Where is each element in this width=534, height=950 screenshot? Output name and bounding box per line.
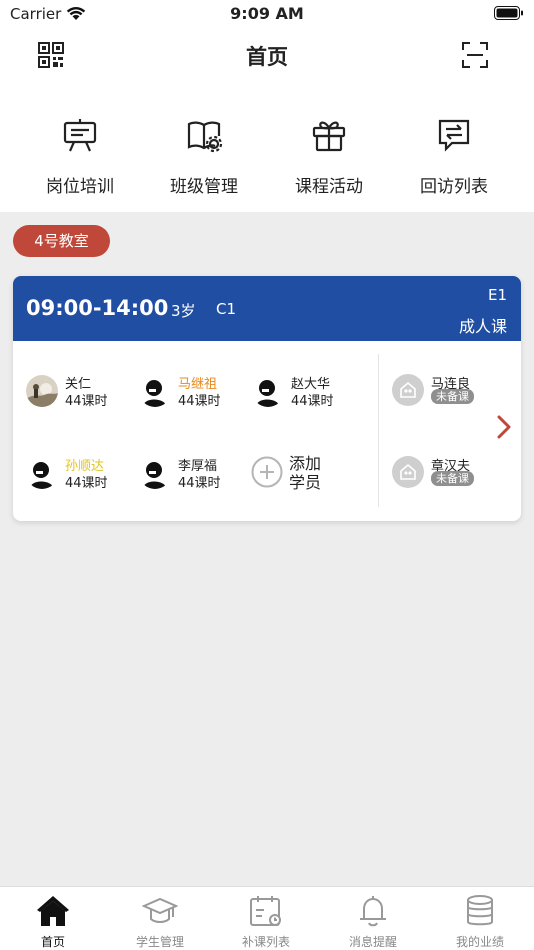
tab-notifications[interactable]: 消息提醒: [320, 887, 426, 950]
tab-label: 首页: [40, 935, 65, 949]
course-age: 3岁: [171, 302, 196, 320]
calendar-icon: [248, 893, 284, 929]
quick-menu: 岗位培训 班级管理 课程活动 回访列表: [0, 82, 534, 212]
tab-label: 补课列表: [241, 935, 290, 949]
tab-students[interactable]: 学生管理: [107, 887, 213, 950]
tab-home[interactable]: 首页: [0, 887, 106, 950]
course-level: C1: [216, 300, 237, 318]
student-item[interactable]: 马继祖 44课时: [139, 373, 251, 413]
quick-item-label: 课程活动: [295, 177, 363, 197]
tab-makeup-lessons[interactable]: 补课列表: [213, 887, 319, 950]
tab-performance[interactable]: 我的业绩: [427, 887, 533, 950]
student-avatar: [26, 375, 58, 407]
not-prepared-badge: 未备课: [431, 389, 474, 404]
teacher-avatar: [392, 456, 424, 488]
bell-icon: [355, 893, 391, 929]
scan-icon[interactable]: [462, 42, 488, 72]
not-prepared-badge: 未备课: [431, 471, 474, 486]
student-avatar: [26, 457, 58, 489]
clock: 9:09 AM: [230, 4, 304, 23]
quick-item-course-activity[interactable]: 课程活动: [264, 82, 394, 212]
quick-item-label: 回访列表: [420, 177, 488, 197]
student-hours: 44课时: [65, 476, 108, 491]
student-hours: 44课时: [178, 394, 221, 409]
classroom-badge[interactable]: 4号教室: [13, 225, 110, 257]
tab-label: 消息提醒: [348, 935, 397, 949]
chevron-right-icon[interactable]: [496, 414, 512, 444]
tab-label: 我的业绩: [455, 935, 504, 949]
training-board-icon: [61, 116, 99, 154]
teacher-avatar: [392, 374, 424, 406]
battery-icon: [494, 6, 524, 25]
student-avatar: [139, 457, 171, 489]
class-book-icon: [185, 116, 223, 154]
student-item[interactable]: 孙顺达 44课时: [26, 455, 138, 495]
tab-bar: 首页 学生管理 补课列表 消息提醒 我的业绩: [0, 886, 534, 950]
gift-icon: [310, 116, 348, 154]
plus-circle-icon: [251, 456, 283, 492]
student-avatar: [139, 375, 171, 407]
database-icon: [462, 893, 498, 929]
add-student-label: 添加 学员: [289, 454, 322, 492]
student-hours: 44课时: [65, 394, 108, 409]
course-code: E1: [487, 286, 507, 304]
quick-item-label: 班级管理: [170, 177, 238, 197]
quick-item-training[interactable]: 岗位培训: [15, 82, 145, 212]
course-card[interactable]: 09:00-14:00 3岁 C1 E1 成人课 关仁 44课时 马继祖 44课…: [13, 276, 521, 521]
page-title: 首页: [246, 45, 288, 69]
divider: [378, 354, 379, 507]
course-card-header: 09:00-14:00 3岁 C1 E1 成人课: [13, 276, 521, 341]
tab-label: 学生管理: [135, 935, 184, 949]
student-item[interactable]: 赵大华 44课时: [252, 373, 364, 413]
student-hours: 44课时: [178, 476, 221, 491]
course-time: 09:00-14:00: [26, 296, 169, 320]
status-bar: Carrier 9:09 AM: [0, 0, 534, 28]
teacher-item[interactable]: 马连良 未备课: [392, 374, 502, 414]
student-hours: 44课时: [291, 394, 334, 409]
quick-item-class-management[interactable]: 班级管理: [139, 82, 269, 212]
quick-item-revisit-list[interactable]: 回访列表: [389, 82, 519, 212]
feedback-chat-icon: [435, 116, 473, 154]
add-student-button[interactable]: 添加 学员: [251, 454, 341, 494]
student-avatar: [252, 375, 284, 407]
graduation-cap-icon: [141, 893, 179, 929]
course-type: 成人课: [458, 317, 507, 336]
home-icon: [35, 893, 71, 929]
nav-bar: 首页: [0, 28, 534, 82]
teacher-item[interactable]: 章汉夫 未备课: [392, 456, 502, 496]
quick-item-label: 岗位培训: [46, 177, 114, 197]
student-item[interactable]: 李厚福 44课时: [139, 455, 251, 495]
student-item[interactable]: 关仁 44课时: [26, 373, 138, 413]
